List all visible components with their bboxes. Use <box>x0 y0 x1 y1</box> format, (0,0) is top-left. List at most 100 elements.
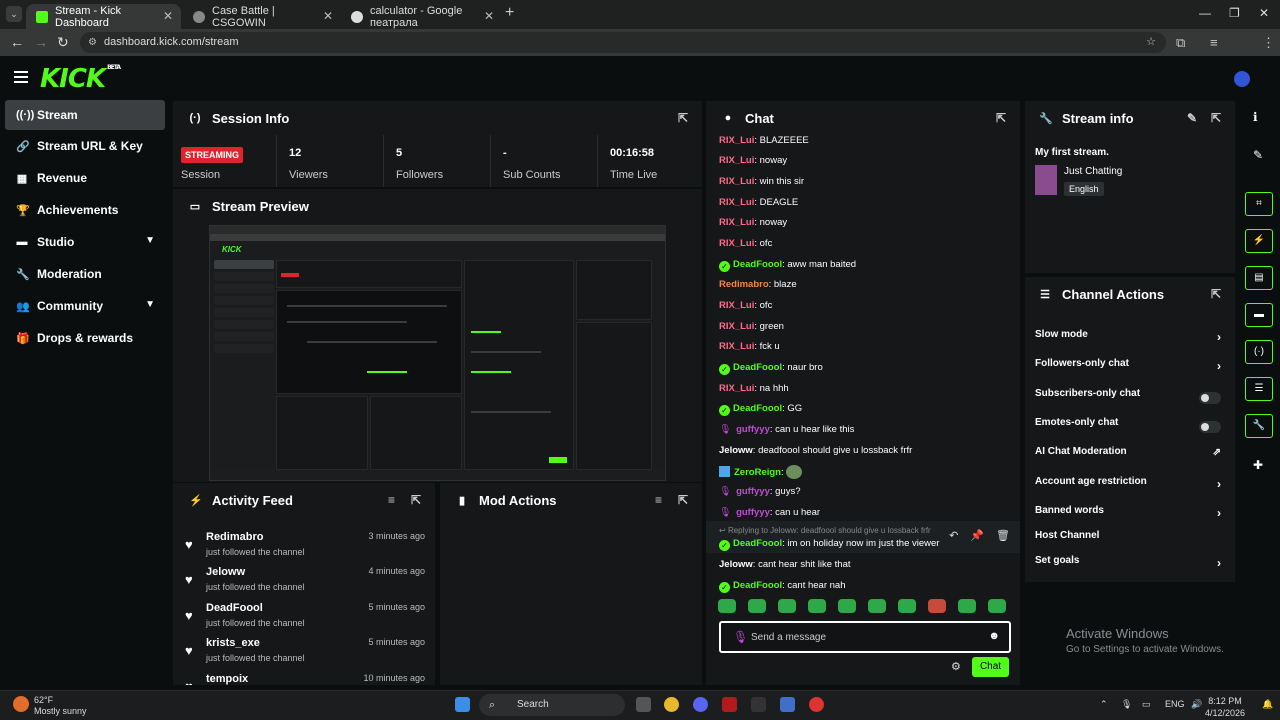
sidebar-item-achievements[interactable]: 🏆 Achievements <box>5 195 165 225</box>
chat-username[interactable]: DeadFoool <box>733 403 782 414</box>
chat-message-input[interactable] <box>751 629 971 645</box>
windows-start-icon[interactable] <box>455 697 470 712</box>
chrome-icon[interactable] <box>664 697 679 712</box>
reading-list-icon[interactable]: ≡ <box>1210 35 1218 50</box>
chat-username[interactable]: RIX_Lui <box>719 383 754 394</box>
popout-icon[interactable]: ⇱ <box>411 493 421 507</box>
camera-icon[interactable]: ▭ <box>1142 699 1151 710</box>
back-icon[interactable]: ← <box>10 34 24 50</box>
sidebar-item-stream-url[interactable]: 🔗 Stream URL & Key <box>5 131 165 161</box>
chat-message[interactable]: Jeloww: cant hear shit like that <box>719 559 851 570</box>
quick-action-tools[interactable]: 🔧 <box>1245 414 1273 438</box>
chat-message[interactable]: RIX_Lui: win this sir <box>719 176 804 187</box>
chat-message[interactable]: RIX_Lui: ofc <box>719 238 772 249</box>
action-followers-only[interactable]: Followers-only chat › <box>1035 358 1221 378</box>
kick-logo[interactable]: KICK BETA <box>40 64 121 94</box>
chat-message[interactable]: ZeroReign: <box>719 465 803 479</box>
action-slow-mode[interactable]: Slow mode › <box>1035 329 1221 349</box>
emote-button[interactable] <box>898 599 916 613</box>
popout-icon[interactable]: ⇱ <box>678 111 688 125</box>
chat-username[interactable]: RIX_Lui <box>719 155 754 166</box>
chat-username[interactable]: RIX_Lui <box>719 300 754 311</box>
emote-button[interactable] <box>988 599 1006 613</box>
chat-username[interactable]: Redimabro <box>719 279 769 290</box>
hamburger-menu-icon[interactable] <box>14 71 28 86</box>
chat-message[interactable]: Redimabro: blaze <box>719 279 797 290</box>
tab-search-button[interactable]: ⌄ <box>6 6 22 22</box>
action-host-channel[interactable]: Host Channel <box>1035 530 1221 550</box>
chat-message[interactable]: RIX_Lui: ofc <box>719 300 772 311</box>
popout-icon[interactable]: ⇱ <box>996 111 1006 125</box>
chat-message[interactable]: RIX_Lui: BLAZEEEE <box>719 135 809 146</box>
chat-message[interactable]: RIX_Lui: fck u <box>719 341 780 352</box>
chat-username[interactable]: RIX_Lui <box>719 135 754 146</box>
chat-message[interactable]: 🎙 guffyyy: can u hear <box>719 507 820 518</box>
chat-username[interactable]: RIX_Lui <box>719 321 754 332</box>
activity-user[interactable]: Jeloww <box>206 566 245 578</box>
site-info-icon[interactable]: ⚙ <box>88 32 97 53</box>
edit-pencil-icon[interactable]: ✎ <box>1187 111 1197 125</box>
quick-action-layout[interactable]: ☰ <box>1245 377 1273 401</box>
chat-message[interactable]: ✓ DeadFoool: aww man baited <box>719 259 856 272</box>
maximize-icon[interactable]: ❐ <box>1229 6 1240 20</box>
chat-username[interactable]: Jeloww <box>719 559 753 570</box>
weather-icon[interactable] <box>13 696 29 712</box>
emote-button[interactable] <box>928 599 946 613</box>
filter-icon[interactable]: ≡ <box>655 493 662 507</box>
extensions-icon[interactable]: ⧉ <box>1176 35 1185 51</box>
task-view-icon[interactable] <box>636 697 651 712</box>
language-indicator[interactable]: ENG <box>1165 699 1185 709</box>
chat-message[interactable]: 🎙 guffyyy: can u hear like this <box>719 424 854 435</box>
quick-action-chat[interactable]: ▬ <box>1245 303 1273 327</box>
activity-user[interactable]: tempoix <box>206 673 248 685</box>
chat-username[interactable]: DeadFoool <box>733 538 782 549</box>
send-chat-button[interactable]: Chat <box>972 657 1009 677</box>
browser-tab-kick[interactable]: Stream - Kick Dashboard ✕ <box>26 4 181 29</box>
close-tab-icon[interactable]: ✕ <box>484 9 494 23</box>
chat-message[interactable]: RIX_Lui: green <box>719 321 784 332</box>
browser-menu-icon[interactable]: ⋮ <box>1262 35 1275 51</box>
sidebar-item-community[interactable]: 👥 Community ▼ <box>5 291 165 321</box>
chat-username[interactable]: guffyyy <box>736 486 770 497</box>
taskbar-clock[interactable]: 8:12 PM 4/12/2026 <box>1205 695 1245 719</box>
obs-icon[interactable] <box>780 697 795 712</box>
activity-user[interactable]: DeadFoool <box>206 602 263 614</box>
chat-message[interactable]: RIX_Lui: noway <box>719 155 787 166</box>
quick-action-clip[interactable]: ⌗ <box>1245 192 1273 216</box>
action-set-goals[interactable]: Set goals › <box>1035 555 1221 575</box>
url-field[interactable]: ⚙ dashboard.kick.com/stream ☆ <box>80 32 1166 53</box>
filter-icon[interactable]: ≡ <box>388 493 395 507</box>
popout-icon[interactable]: ⇱ <box>1211 287 1221 301</box>
app-icon[interactable] <box>809 697 824 712</box>
info-icon[interactable]: ℹ <box>1253 110 1258 124</box>
chat-message[interactable]: RIX_Lui: noway <box>719 217 787 228</box>
quick-action-raid[interactable]: ⚡ <box>1245 229 1273 253</box>
popout-icon[interactable]: ⇱ <box>1211 111 1221 125</box>
sidebar-item-moderation[interactable]: 🔧 Moderation <box>5 259 165 289</box>
emote-button[interactable] <box>808 599 826 613</box>
bookmark-star-icon[interactable]: ☆ <box>1146 32 1156 53</box>
close-tab-icon[interactable]: ✕ <box>323 9 333 23</box>
new-tab-button[interactable]: + <box>505 4 514 22</box>
discord-icon[interactable] <box>693 697 708 712</box>
emote-button[interactable] <box>958 599 976 613</box>
action-ai-moderation[interactable]: AI Chat Moderation ⇗ <box>1035 446 1221 466</box>
minimize-icon[interactable]: — <box>1199 6 1211 20</box>
close-tab-icon[interactable]: ✕ <box>163 9 173 23</box>
reload-icon[interactable]: ↻ <box>57 34 69 51</box>
pin-icon[interactable]: 📌 <box>970 529 984 542</box>
stream-preview-video[interactable]: KICK <box>209 225 666 481</box>
notification-bell-icon[interactable]: 🔔 <box>1262 699 1273 710</box>
chat-message[interactable]: ✓ DeadFoool: cant hear nah <box>719 580 845 593</box>
chat-settings-gear-icon[interactable]: ⚙ <box>951 660 961 673</box>
delete-icon[interactable]: 🗑 <box>996 529 1010 542</box>
chat-username[interactable]: DeadFoool <box>733 259 782 270</box>
chat-message[interactable]: Jeloww: deadfoool should give u lossback… <box>719 445 912 456</box>
chat-message[interactable]: 🎙 guffyyy: guys? <box>719 486 801 497</box>
activity-user[interactable]: krists_exe <box>206 637 260 649</box>
quick-action-broadcast[interactable]: (·) <box>1245 340 1273 364</box>
chat-username[interactable]: RIX_Lui <box>719 197 754 208</box>
chat-username[interactable]: DeadFoool <box>733 580 782 591</box>
edit-pencil-icon[interactable]: ✎ <box>1253 148 1263 162</box>
weather-widget[interactable]: 62°F Mostly sunny <box>34 695 87 717</box>
